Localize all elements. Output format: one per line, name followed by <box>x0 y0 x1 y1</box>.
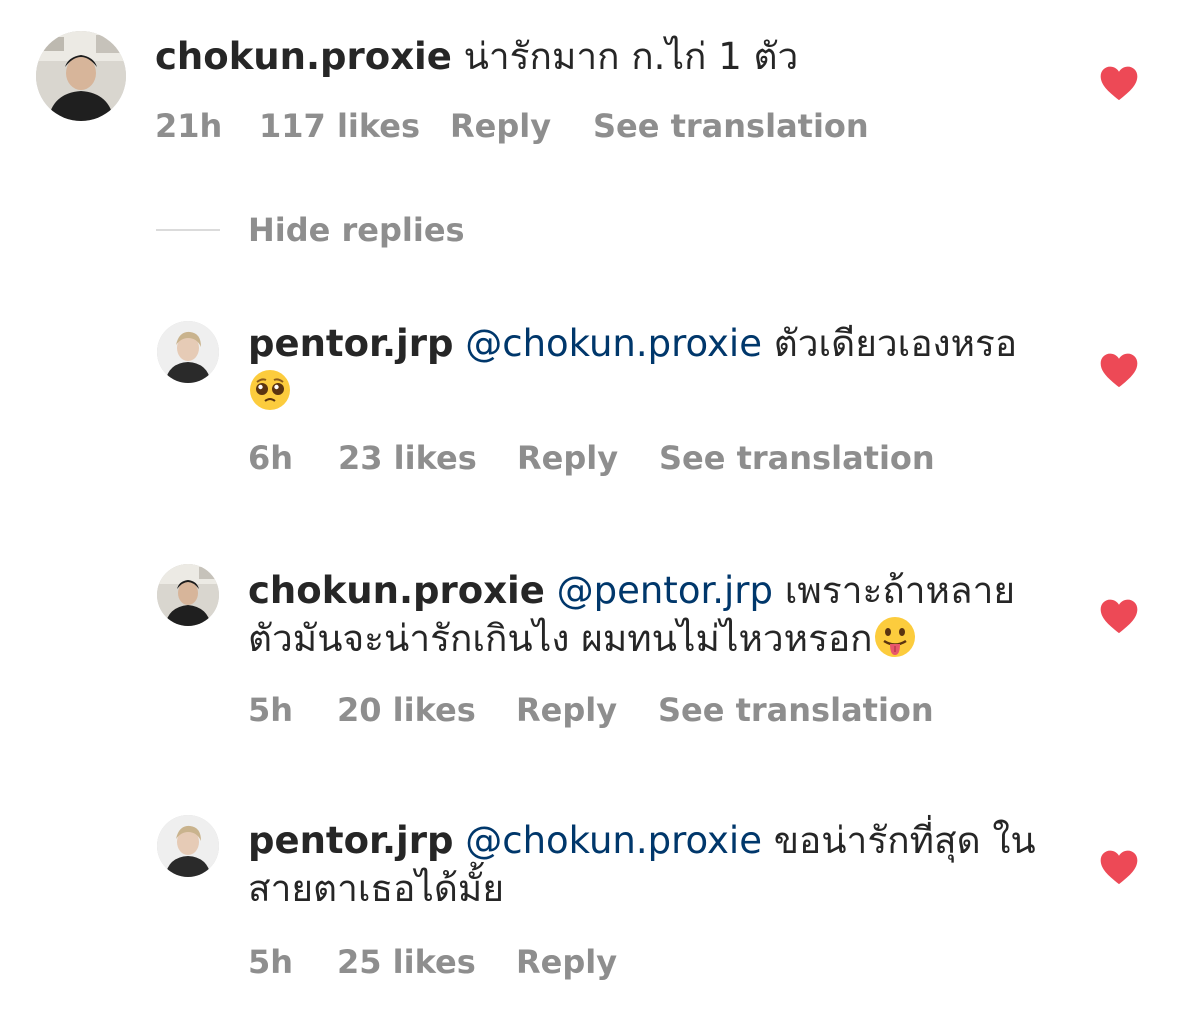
avatar[interactable] <box>157 815 219 877</box>
mention-link[interactable]: @chokun.proxie <box>465 322 762 365</box>
reply-body-line2: สายตาเธอได้มั้ย <box>248 867 505 910</box>
username[interactable]: chokun.proxie <box>248 569 545 612</box>
reply-text: chokun.proxie @pentor.jrp เพราะถ้าหลาย ต… <box>248 567 1048 663</box>
reply-body-line2: ตัวมันจะน่ารักเกินไง ผมทนไม่ไหวหรอก <box>248 617 873 660</box>
reply-body-line1: ขอน่ารักที่สุด ใน <box>773 819 1036 862</box>
timestamp: 6h <box>248 439 294 477</box>
likes-count[interactable]: 117 likes <box>259 106 420 146</box>
user-photo-icon <box>157 564 219 626</box>
mention-link[interactable]: @pentor.jrp <box>557 569 773 612</box>
like-heart-icon[interactable] <box>1099 598 1139 634</box>
pleading-face-emoji <box>248 368 292 412</box>
hide-replies-button[interactable]: Hide replies <box>248 210 465 250</box>
likes-count[interactable]: 23 likes <box>338 438 477 478</box>
reply-button[interactable]: Reply <box>516 690 617 730</box>
reply-body-line1: เพราะถ้าหลาย <box>784 569 1016 612</box>
likes-count[interactable]: 25 likes <box>337 942 476 982</box>
mention-link[interactable]: @chokun.proxie <box>465 819 762 862</box>
username[interactable]: pentor.jrp <box>248 322 453 365</box>
replies-divider <box>156 229 220 231</box>
user-photo-icon <box>157 815 219 877</box>
like-heart-icon[interactable] <box>1099 65 1139 101</box>
like-heart-icon[interactable] <box>1099 849 1139 885</box>
reply-button[interactable]: Reply <box>450 106 551 146</box>
timestamp: 21h <box>155 107 223 145</box>
username[interactable]: pentor.jrp <box>248 819 453 862</box>
timestamp: 5h <box>248 691 294 729</box>
reply-text: pentor.jrp @chokun.proxie ขอน่ารักที่สุด… <box>248 817 1048 913</box>
see-translation-button[interactable]: See translation <box>658 690 934 730</box>
avatar[interactable] <box>157 564 219 626</box>
comment-body: น่ารักมาก ก.ไก่ 1 ตัว <box>463 35 799 78</box>
avatar[interactable] <box>36 31 126 121</box>
reply-text: pentor.jrp @chokun.proxie ตัวเดียวเองหรอ <box>248 320 1048 416</box>
user-photo-icon <box>36 31 126 121</box>
reply-button[interactable]: Reply <box>516 942 617 982</box>
reply-button[interactable]: Reply <box>517 438 618 478</box>
timestamp: 5h <box>248 943 294 981</box>
tongue-out-emoji <box>873 615 917 659</box>
comment-text: chokun.proxie น่ารักมาก ก.ไก่ 1 ตัว <box>155 33 1075 81</box>
user-photo-icon <box>157 321 219 383</box>
reply-body: ตัวเดียวเองหรอ <box>773 322 1018 365</box>
username[interactable]: chokun.proxie <box>155 35 452 78</box>
like-heart-icon[interactable] <box>1099 352 1139 388</box>
likes-count[interactable]: 20 likes <box>337 690 476 730</box>
see-translation-button[interactable]: See translation <box>659 438 935 478</box>
avatar[interactable] <box>157 321 219 383</box>
see-translation-button[interactable]: See translation <box>593 106 869 146</box>
